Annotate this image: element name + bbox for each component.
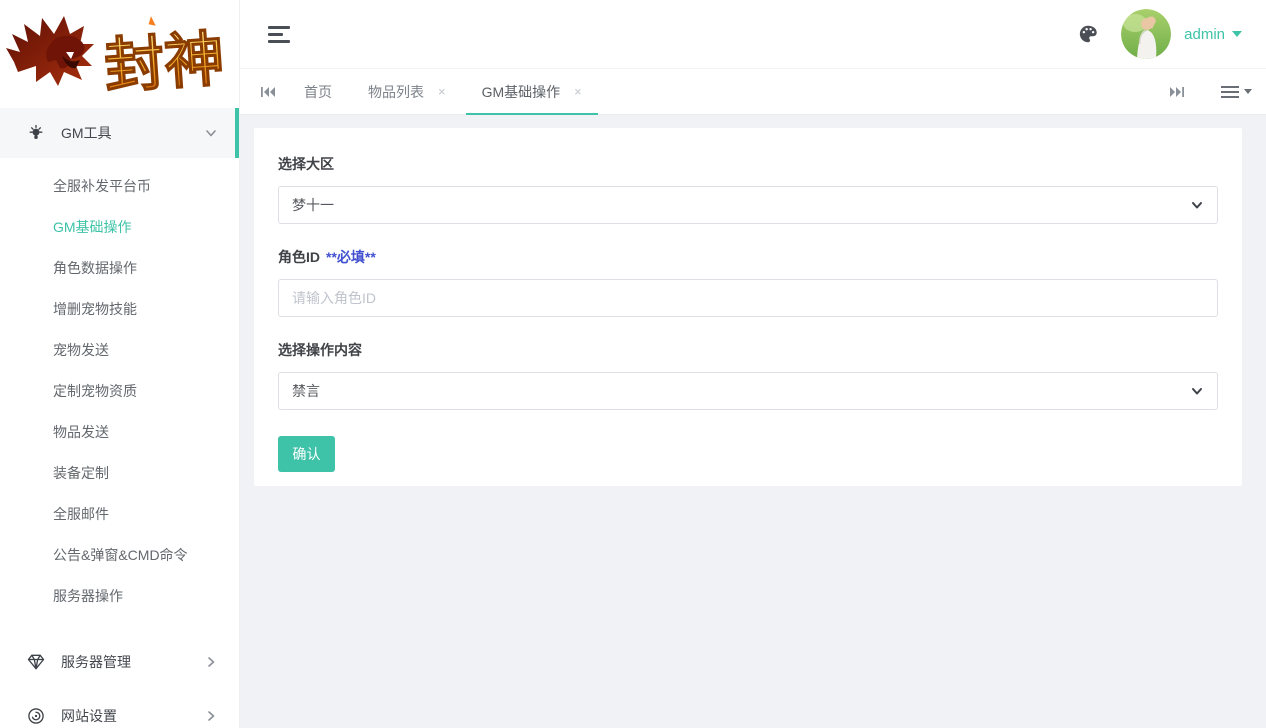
- sidebar: 封神 GM工具 全服补发平台币 GM基础操作 角色数据操作 增删宠物技能 宠物发…: [0, 0, 240, 728]
- sidebar-section-label: GM工具: [61, 125, 112, 141]
- lion-graphic: [5, 16, 94, 86]
- sidebar-item-announce-cmd[interactable]: 公告&弹窗&CMD命令: [0, 535, 239, 576]
- tab-label: GM基础操作: [481, 83, 561, 100]
- tab-gm-basic-ops[interactable]: GM基础操作 ×: [464, 69, 600, 115]
- sidebar-submenu-gm-tools: 全服补发平台币 GM基础操作 角色数据操作 增删宠物技能 宠物发送 定制宠物资质…: [0, 158, 239, 623]
- sidebar-section-gm-tools[interactable]: GM工具: [0, 108, 239, 158]
- gem-icon: [27, 654, 45, 670]
- chevron-down-icon: [1192, 388, 1202, 395]
- tab-home[interactable]: 首页: [286, 69, 350, 114]
- main-area: admin 首页 物品列表 × GM基础操作 × 选择大区 梦十一 角色ID *…: [240, 0, 1266, 728]
- close-icon[interactable]: ×: [438, 84, 446, 99]
- menu-divider-gap: [0, 623, 239, 633]
- operation-label: 选择操作内容: [278, 342, 362, 358]
- bulb-icon: [29, 124, 43, 139]
- role-id-input[interactable]: [278, 279, 1218, 317]
- confirm-button[interactable]: 确认: [278, 436, 335, 472]
- avatar-image: [1121, 9, 1172, 59]
- top-bar: admin: [240, 0, 1266, 68]
- caret-down-icon: [1232, 31, 1242, 37]
- sidebar-section-label: 网站设置: [61, 708, 117, 724]
- scroll-tabs-end-icon[interactable]: [1159, 85, 1195, 99]
- sidebar-section-site-settings[interactable]: 网站设置: [0, 691, 239, 728]
- sidebar-item-pet-send[interactable]: 宠物发送: [0, 330, 239, 371]
- scroll-tabs-start-icon[interactable]: [250, 69, 286, 114]
- role-id-label: 角色ID **必填**: [278, 249, 376, 265]
- sidebar-section-server-mgmt[interactable]: 服务器管理: [0, 637, 239, 687]
- sidebar-toggle-icon[interactable]: [268, 22, 290, 47]
- chevron-right-icon: [208, 711, 215, 721]
- chevron-down-icon: [1192, 202, 1202, 209]
- sidebar-section-label: 服务器管理: [61, 654, 131, 670]
- operation-select-value: 禁言: [292, 383, 320, 399]
- sidebar-menu: GM工具 全服补发平台币 GM基础操作 角色数据操作 增删宠物技能 宠物发送 定…: [0, 108, 239, 728]
- sidebar-item-platform-coin[interactable]: 全服补发平台币: [0, 166, 239, 207]
- sidebar-item-equip-custom[interactable]: 装备定制: [0, 453, 239, 494]
- region-select-value: 梦十一: [292, 197, 334, 213]
- sidebar-item-item-send[interactable]: 物品发送: [0, 412, 239, 453]
- app-logo[interactable]: 封神: [0, 0, 239, 108]
- avatar[interactable]: [1121, 9, 1172, 59]
- logo-text: 封神: [102, 25, 226, 100]
- sidebar-item-pet-aptitude[interactable]: 定制宠物资质: [0, 371, 239, 412]
- region-select[interactable]: 梦十一: [278, 186, 1218, 224]
- close-icon[interactable]: ×: [574, 84, 582, 99]
- username: admin: [1184, 25, 1225, 43]
- logo-image: 封神: [5, 16, 227, 101]
- palette-icon[interactable]: [1077, 23, 1099, 45]
- tab-label: 物品列表: [368, 83, 424, 100]
- user-menu[interactable]: admin: [1184, 26, 1242, 43]
- sidebar-item-role-data-ops[interactable]: 角色数据操作: [0, 248, 239, 289]
- globe-icon: [28, 708, 44, 724]
- chevron-down-icon: [206, 130, 216, 137]
- sidebar-item-server-ops[interactable]: 服务器操作: [0, 576, 239, 617]
- sidebar-item-gm-basic-ops[interactable]: GM基础操作: [0, 207, 239, 248]
- chevron-right-icon: [208, 657, 215, 667]
- tab-bar: 首页 物品列表 × GM基础操作 ×: [240, 68, 1266, 115]
- sidebar-item-pet-skills[interactable]: 增删宠物技能: [0, 289, 239, 330]
- required-note: **必填**: [326, 249, 376, 265]
- tab-options-menu-icon[interactable]: [1221, 83, 1252, 101]
- tab-label: 首页: [304, 83, 332, 100]
- sidebar-item-global-mail[interactable]: 全服邮件: [0, 494, 239, 535]
- region-label: 选择大区: [278, 156, 334, 172]
- gm-basic-ops-panel: 选择大区 梦十一 角色ID**必填** 选择操作内容 禁言 确: [254, 128, 1242, 486]
- operation-select[interactable]: 禁言: [278, 372, 1218, 410]
- content-area: 选择大区 梦十一 角色ID**必填** 选择操作内容 禁言 确: [240, 115, 1266, 728]
- tab-item-list[interactable]: 物品列表 ×: [350, 69, 464, 114]
